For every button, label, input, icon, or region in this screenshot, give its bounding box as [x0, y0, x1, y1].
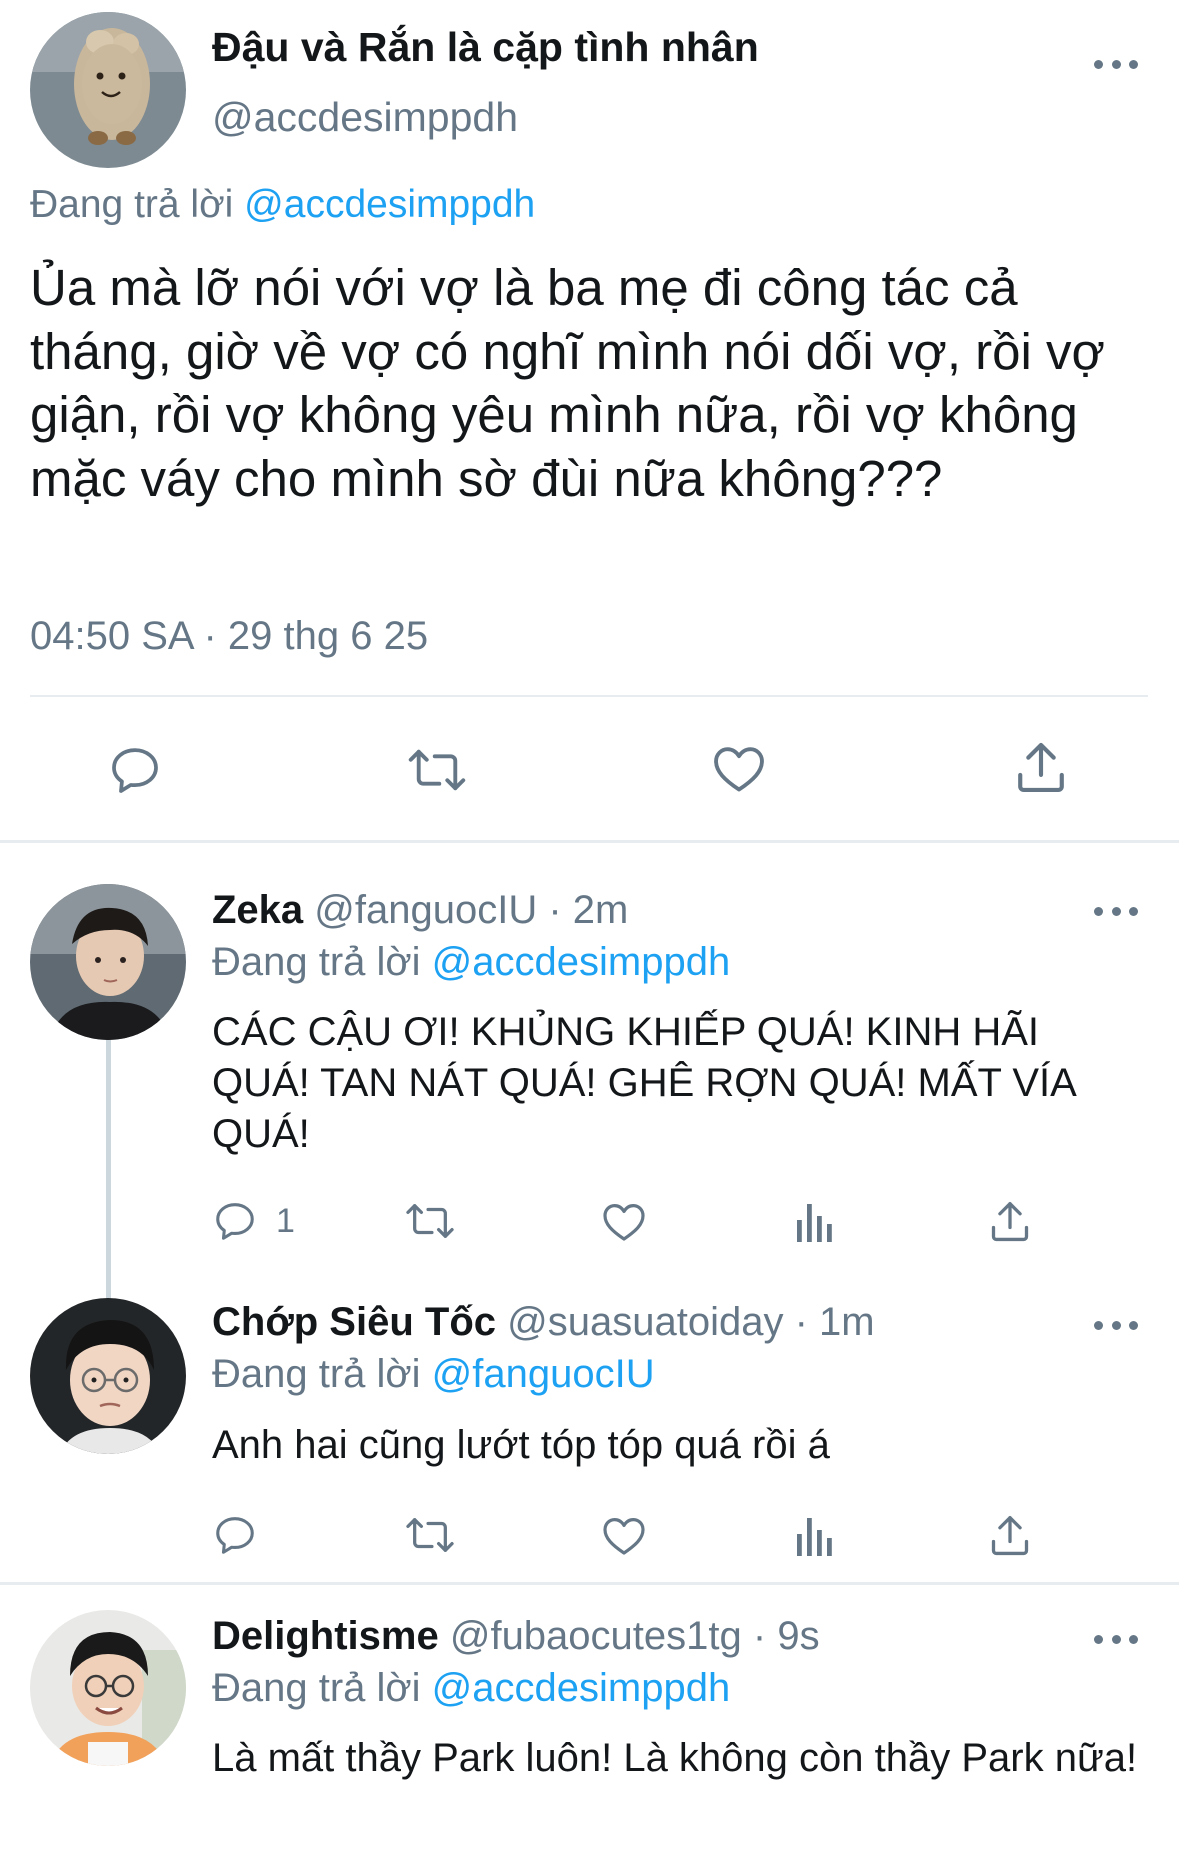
replying-prefix: Đang trả lời: [212, 1352, 421, 1396]
more-options-icon[interactable]: [1094, 57, 1138, 71]
share-button[interactable]: [988, 1198, 1032, 1246]
more-options-icon[interactable]: [1094, 1318, 1138, 1332]
divider: [30, 695, 1148, 697]
avatar[interactable]: [30, 884, 186, 1040]
section-divider: [0, 840, 1179, 843]
avatar[interactable]: [30, 12, 186, 168]
share-icon: [1013, 738, 1069, 798]
tweet-text: Ủa mà lỡ nói với vợ là ba mẹ đi công tác…: [30, 259, 1105, 507]
replying-to-link[interactable]: @accdesimppdh: [432, 1666, 731, 1710]
reply-button[interactable]: 1: [212, 1198, 295, 1244]
reply-header: Zeka @fanguocIU · 2m: [212, 888, 628, 933]
thread-line: [106, 1038, 111, 1300]
replying-to-link[interactable]: @accdesimppdh: [432, 940, 731, 984]
reply-icon: [212, 1512, 258, 1558]
avatar[interactable]: [30, 1610, 186, 1766]
analytics-button[interactable]: [796, 1200, 836, 1244]
heart-icon: [710, 740, 768, 798]
tweet-timestamp[interactable]: 04:50 SA · 29 thg 6 25: [30, 614, 428, 659]
reply-button[interactable]: [212, 1512, 258, 1558]
user-handle[interactable]: @fubaocutes1tg: [450, 1614, 742, 1658]
reply-icon: [212, 1198, 258, 1244]
display-name[interactable]: Chớp Siêu Tốc: [212, 1300, 496, 1344]
replying-prefix: Đang trả lời: [30, 183, 234, 226]
replying-prefix: Đang trả lời: [212, 940, 421, 984]
reply-icon: [107, 742, 163, 798]
reply-time[interactable]: · 2m: [548, 888, 628, 932]
like-button[interactable]: [710, 740, 768, 798]
retweet-icon: [403, 1512, 457, 1558]
reply-time[interactable]: · 1m: [795, 1300, 875, 1344]
analytics-icon: [796, 1514, 836, 1558]
reply-text: Là mất thầy Park luôn! Là không còn thầy…: [212, 1736, 1138, 1780]
reply-header: Delightisme @fubaocutes1tg · 9s: [212, 1614, 820, 1659]
share-icon: [988, 1198, 1032, 1246]
retweet-icon: [405, 742, 469, 798]
heart-icon: [600, 1512, 648, 1560]
share-button[interactable]: [988, 1512, 1032, 1560]
replying-to: Đang trả lời @accdesimppdh: [212, 940, 730, 985]
replying-to: Đang trả lời @fanguocIU: [212, 1352, 655, 1397]
user-handle[interactable]: @fanguocIU: [314, 888, 537, 932]
display-name[interactable]: Delightisme: [212, 1614, 439, 1658]
replying-prefix: Đang trả lời: [212, 1666, 421, 1710]
retweet-button[interactable]: [403, 1512, 457, 1558]
like-button[interactable]: [600, 1198, 648, 1246]
user-handle[interactable]: @accdesimppdh: [212, 94, 518, 141]
retweet-button[interactable]: [403, 1198, 457, 1244]
reply-button[interactable]: [107, 742, 163, 798]
replying-to: Đang trả lời @accdesimppdh: [212, 1666, 730, 1711]
share-button[interactable]: [1013, 738, 1069, 798]
reply-text: CÁC CẬU ƠI! KHỦNG KHIẾP QUÁ! KINH HÃI QU…: [212, 1010, 1075, 1156]
display-name[interactable]: Đậu và Rắn là cặp tình nhân: [212, 24, 759, 71]
replying-to: Đang trả lời @accdesimppdh: [30, 183, 535, 227]
reply-text: Anh hai cũng lướt tóp tóp quá rồi á: [212, 1423, 830, 1467]
main-tweet: Đậu và Rắn là cặp tình nhân @accdesimppd…: [0, 0, 1179, 842]
analytics-button[interactable]: [796, 1514, 836, 1558]
retweet-button[interactable]: [405, 742, 469, 798]
display-name[interactable]: Zeka: [212, 888, 303, 932]
heart-icon: [600, 1198, 648, 1246]
replying-to-link[interactable]: @fanguocIU: [432, 1352, 655, 1396]
more-options-icon[interactable]: [1094, 1632, 1138, 1646]
reply-header: Chớp Siêu Tốc @suasuatoiday · 1m: [212, 1300, 875, 1345]
more-options-icon[interactable]: [1094, 904, 1138, 918]
reply-time[interactable]: · 9s: [753, 1614, 820, 1658]
user-handle[interactable]: @suasuatoiday: [507, 1300, 783, 1344]
section-divider: [0, 1582, 1179, 1585]
reply-count: 1: [276, 1201, 295, 1240]
replying-to-link[interactable]: @accdesimppdh: [244, 183, 535, 226]
like-button[interactable]: [600, 1512, 648, 1560]
avatar[interactable]: [30, 1298, 186, 1454]
analytics-icon: [796, 1200, 836, 1244]
share-icon: [988, 1512, 1032, 1560]
retweet-icon: [403, 1198, 457, 1244]
tweet-thread-page: Đậu và Rắn là cặp tình nhân @accdesimppd…: [0, 0, 1179, 1854]
